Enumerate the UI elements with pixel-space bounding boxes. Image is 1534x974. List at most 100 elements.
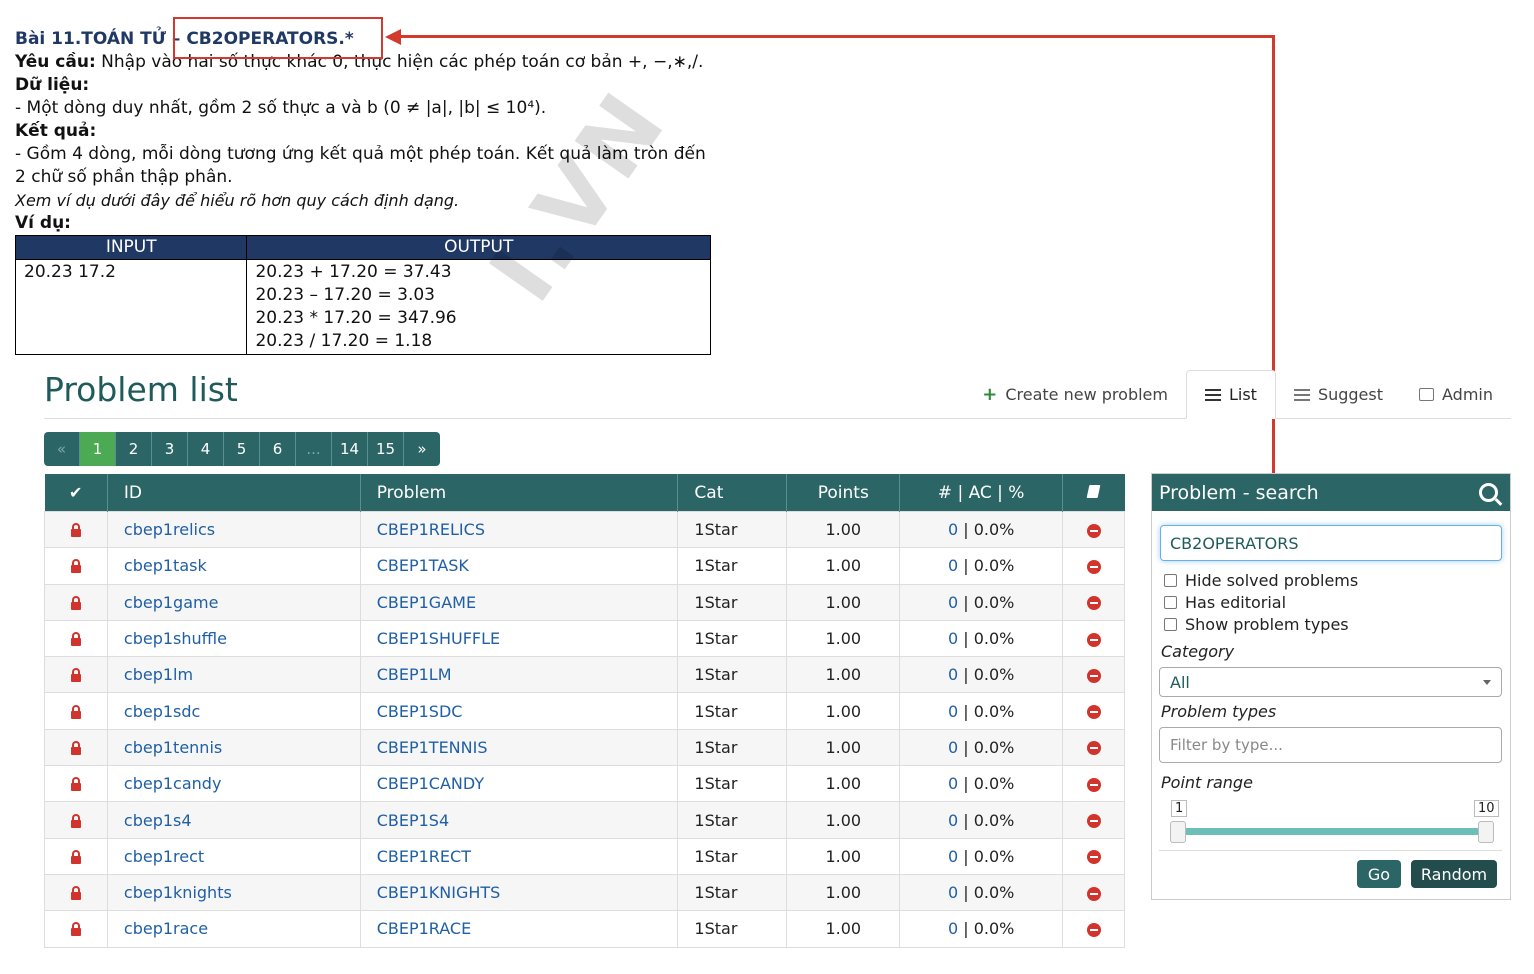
- chevron-down-icon: [1483, 679, 1491, 685]
- tab-admin[interactable]: Admin: [1401, 370, 1511, 419]
- lock-icon: [70, 886, 81, 901]
- problem-name-link[interactable]: CBEP1TENNIS: [377, 738, 488, 757]
- submission-count-link[interactable]: 0: [948, 811, 958, 830]
- go-button[interactable]: Go: [1357, 860, 1401, 888]
- has-editorial-checkbox-row[interactable]: Has editorial: [1164, 593, 1286, 612]
- problem-id-link[interactable]: cbep1candy: [124, 774, 222, 793]
- show-types-checkbox-row[interactable]: Show problem types: [1164, 615, 1349, 634]
- solved-column-header[interactable]: ✔: [44, 474, 108, 512]
- pagination-page[interactable]: 5: [224, 432, 260, 466]
- lock-cell: [44, 837, 108, 875]
- stats-cell: 0 | 0.0%: [899, 619, 1064, 658]
- point-range-slider-track[interactable]: [1176, 828, 1486, 835]
- submission-count-link[interactable]: 0: [948, 520, 958, 539]
- pagination-page[interactable]: 15: [368, 432, 404, 466]
- submission-count-link[interactable]: 0: [948, 738, 958, 757]
- range-min-handle[interactable]: [1170, 821, 1186, 843]
- problem-name-link[interactable]: CBEP1GAME: [377, 593, 476, 612]
- search-input[interactable]: [1160, 525, 1502, 561]
- problem-type-filter-input[interactable]: [1159, 727, 1502, 763]
- pagination-page[interactable]: 14: [332, 432, 368, 466]
- cat-cell: 1Star: [677, 837, 788, 875]
- submission-count-link[interactable]: 0: [948, 702, 958, 721]
- problem-id-link[interactable]: cbep1sdc: [124, 702, 200, 721]
- problem-id-link[interactable]: cbep1task: [124, 556, 207, 575]
- table-row: cbep1race CBEP1RACE 1Star 1.00 0 | 0.0%: [44, 910, 1125, 948]
- no-editorial-icon: [1086, 705, 1101, 720]
- hide-solved-checkbox-row[interactable]: Hide solved problems: [1164, 571, 1358, 590]
- problem-name-link[interactable]: CBEP1CANDY: [377, 774, 484, 793]
- show-types-checkbox[interactable]: [1164, 618, 1177, 631]
- create-problem-label: Create new problem: [1005, 385, 1168, 404]
- submission-count-link[interactable]: 0: [948, 847, 958, 866]
- submission-count-link[interactable]: 0: [948, 665, 958, 684]
- pagination-page[interactable]: 3: [152, 432, 188, 466]
- problem-id-link[interactable]: cbep1rect: [124, 847, 204, 866]
- submission-count-link[interactable]: 0: [948, 919, 958, 938]
- problem-name-link[interactable]: CBEP1TASK: [377, 556, 469, 575]
- pagination-page[interactable]: 2: [116, 432, 152, 466]
- submission-count-link[interactable]: 0: [948, 556, 958, 575]
- tab-suggest-label: Suggest: [1317, 385, 1383, 404]
- stats-cell: 0 | 0.0%: [899, 837, 1064, 875]
- example-output-line: 20.23 / 17.20 = 1.18: [255, 331, 433, 351]
- page-nav: + Create new problem List Suggest Admin: [964, 370, 1511, 419]
- random-button[interactable]: Random: [1411, 860, 1497, 888]
- problem-id-link[interactable]: cbep1knights: [124, 883, 232, 902]
- ac-rate: | 0.0%: [963, 919, 1015, 939]
- problem-id-link[interactable]: cbep1tennis: [124, 738, 222, 757]
- submission-count-link[interactable]: 0: [948, 593, 958, 612]
- annotation-arrow-horizontal: [398, 35, 1275, 38]
- table-row: cbep1game CBEP1GAME 1Star 1.00 0 | 0.0%: [44, 583, 1125, 621]
- problem-column-header[interactable]: Problem: [360, 474, 679, 512]
- problem-name-link[interactable]: CBEP1KNIGHTS: [377, 883, 501, 902]
- stats-cell: 0 | 0.0%: [899, 765, 1064, 803]
- has-editorial-checkbox[interactable]: [1164, 596, 1177, 609]
- problem-name-link[interactable]: CBEP1RECT: [377, 847, 471, 866]
- problem-name-link[interactable]: CBEP1RELICS: [377, 520, 485, 539]
- problem-name-link[interactable]: CBEP1SHUFFLE: [377, 629, 500, 648]
- problem-id-link[interactable]: cbep1race: [124, 919, 208, 938]
- problem-id-link[interactable]: cbep1game: [124, 593, 219, 612]
- cat-cell: 1Star: [677, 583, 788, 621]
- pagination-page[interactable]: 1: [80, 432, 116, 466]
- pagination-page[interactable]: 6: [260, 432, 296, 466]
- statement-title-prefix: Bài 11.TOÁN TỬ –: [15, 29, 181, 49]
- points-column-header[interactable]: Points: [786, 474, 901, 512]
- pagination-prev[interactable]: «: [44, 432, 80, 466]
- pagination-next[interactable]: »: [404, 432, 440, 466]
- ac-rate: | 0.0%: [963, 592, 1015, 612]
- stats-column-header[interactable]: # | AC | %: [899, 474, 1064, 512]
- problem-id-link[interactable]: cbep1shuffle: [124, 629, 227, 648]
- problem-id-link[interactable]: cbep1lm: [124, 665, 193, 684]
- problem-id-link[interactable]: cbep1s4: [124, 811, 192, 830]
- range-max-handle[interactable]: [1478, 821, 1494, 843]
- editorial-cell: [1062, 801, 1125, 839]
- problem-name-link[interactable]: CBEP1S4: [377, 811, 449, 830]
- stats-cell: 0 | 0.0%: [899, 728, 1064, 767]
- search-icon[interactable]: [1479, 483, 1498, 502]
- no-editorial-icon: [1086, 741, 1101, 756]
- cat-column-header[interactable]: Cat: [677, 474, 788, 512]
- editorial-column-header[interactable]: [1062, 474, 1125, 512]
- tab-suggest[interactable]: Suggest: [1276, 370, 1401, 419]
- problem-name-link[interactable]: CBEP1LM: [377, 665, 452, 684]
- editorial-cell: [1062, 692, 1125, 730]
- create-problem-link[interactable]: + Create new problem: [964, 370, 1186, 419]
- id-column-header[interactable]: ID: [107, 474, 361, 512]
- problem-cell: CBEP1RACE: [359, 910, 679, 948]
- submission-count-link[interactable]: 0: [948, 629, 958, 648]
- category-select[interactable]: All: [1159, 667, 1502, 697]
- input-text: - Một dòng duy nhất, gồm 2 số thực a và …: [15, 98, 547, 118]
- tab-list[interactable]: List: [1185, 370, 1276, 419]
- submission-count-link[interactable]: 0: [948, 774, 958, 793]
- problem-id-link[interactable]: cbep1relics: [124, 520, 215, 539]
- pagination-page[interactable]: 4: [188, 432, 224, 466]
- problem-name-link[interactable]: CBEP1RACE: [377, 919, 472, 938]
- pagination-ellipsis[interactable]: ...: [296, 432, 332, 466]
- problem-name-link[interactable]: CBEP1SDC: [377, 702, 463, 721]
- hide-solved-checkbox[interactable]: [1164, 574, 1177, 587]
- submission-count-link[interactable]: 0: [948, 883, 958, 902]
- book-icon: [1086, 484, 1101, 498]
- id-cell: cbep1game: [106, 583, 361, 621]
